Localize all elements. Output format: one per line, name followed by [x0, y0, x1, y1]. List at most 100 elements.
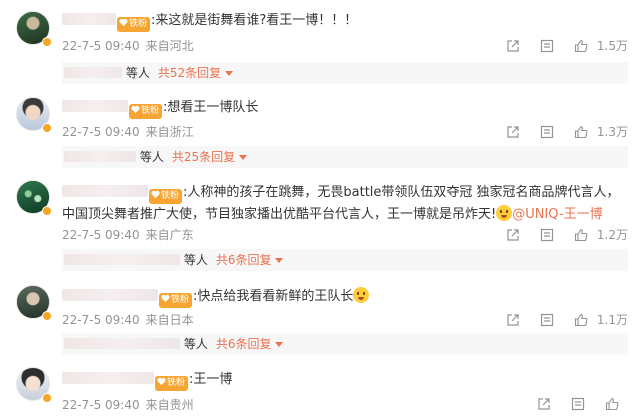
username[interactable] [62, 13, 116, 25]
comment-actions: 1.2万 [493, 226, 628, 243]
share-icon [507, 125, 519, 138]
verified-badge-icon [42, 206, 52, 216]
reply-suffix: 等人 [183, 337, 208, 351]
reply-summary[interactable]: 等人 共52条回复 [62, 62, 628, 84]
reply-total[interactable]: 共25条回复 [172, 150, 235, 164]
heart-badge-icon [151, 190, 160, 199]
comment-icon [540, 125, 554, 138]
comment-content: 铁粉:人称神的孩子在跳舞，无畏battle带领队伍双夺冠 独家冠名商品牌代言人，… [62, 182, 630, 225]
reply-total[interactable]: 共6条回复 [216, 337, 272, 351]
like-icon [574, 313, 588, 326]
share-button[interactable] [530, 396, 558, 412]
reply-summary[interactable]: 等人 共6条回复 [62, 249, 628, 271]
share-icon [507, 228, 519, 241]
comment-date: 22-7-5 09:40 [62, 313, 140, 327]
mention-link[interactable]: @UNIQ-王一博 [512, 207, 602, 222]
reply-total[interactable]: 共6条回复 [216, 253, 272, 267]
comment-location: 来自贵州 [145, 398, 194, 412]
comment-meta: 22-7-5 09:40 来自贵州 [62, 396, 200, 413]
username[interactable] [62, 185, 148, 197]
share-button[interactable] [499, 227, 527, 243]
fan-badge: 铁粉 [149, 189, 183, 204]
reply-username [64, 151, 136, 162]
reply-suffix: 等人 [139, 150, 164, 164]
comment-location: 来自河北 [145, 39, 194, 53]
username[interactable] [62, 289, 158, 301]
comment-text: :王一博 [189, 372, 233, 387]
verified-badge-icon [42, 311, 52, 321]
comment-meta: 22-7-5 09:40 来自浙江 [62, 123, 200, 140]
reply-username [64, 338, 180, 349]
reply-summary[interactable]: 等人 共6条回复 [62, 333, 628, 355]
comment-text: :来这就是街舞看谁?看王一博！！！ [151, 13, 358, 28]
like-button[interactable] [598, 396, 626, 412]
comment-actions [524, 396, 628, 412]
comment-text: :想看王一博队长 [163, 100, 259, 115]
comment-content: 铁粉:想看王一博队长 [62, 99, 258, 119]
username[interactable] [62, 100, 128, 112]
username[interactable] [62, 372, 154, 384]
verified-badge-icon [42, 123, 52, 133]
comment-actions: 1.5万 [493, 37, 628, 54]
heart-badge-icon [161, 294, 170, 303]
comment-button[interactable] [533, 38, 561, 54]
reply-summary[interactable]: 等人 共25条回复 [62, 146, 628, 168]
heart-badge-icon [119, 18, 128, 27]
comment-text: :快点给我看看新鲜的王队长 [193, 289, 354, 304]
like-count: 1.5万 [596, 39, 628, 53]
reply-username [64, 254, 180, 265]
heart-badge-icon [157, 377, 166, 386]
share-button[interactable] [499, 124, 527, 140]
comment-location: 来自浙江 [145, 125, 194, 139]
emoji-icon [353, 287, 370, 303]
comment-content: 铁粉:王一博 [62, 371, 232, 391]
like-icon [574, 125, 588, 138]
fan-badge: 铁粉 [129, 104, 163, 119]
comment-icon [540, 228, 554, 241]
comment-icon [571, 397, 585, 411]
reply-caret-icon [239, 155, 248, 160]
reply-caret-icon [225, 71, 234, 76]
like-count: 1.2万 [596, 228, 628, 242]
like-button[interactable] [567, 227, 595, 243]
comment-button[interactable] [533, 312, 561, 328]
like-button[interactable] [567, 38, 595, 54]
comment-date: 22-7-5 09:40 [62, 398, 140, 412]
like-icon [574, 228, 588, 241]
comment-button[interactable] [533, 227, 561, 243]
fan-badge: 铁粉 [155, 376, 189, 391]
comment-button[interactable] [533, 124, 561, 140]
comment-content: 铁粉:快点给我看看新鲜的王队长 [62, 287, 370, 308]
like-button[interactable] [567, 312, 595, 328]
comment-content: 铁粉:来这就是街舞看谁?看王一博！！！ [62, 12, 357, 32]
like-icon [605, 397, 619, 411]
share-button[interactable] [499, 312, 527, 328]
emoji-icon [496, 205, 513, 221]
reply-caret-icon [275, 258, 284, 263]
comment-date: 22-7-5 09:40 [62, 228, 140, 242]
share-icon [507, 313, 519, 326]
comment-location: 来自日本 [145, 313, 194, 327]
comment-actions: 1.1万 [493, 311, 628, 328]
comment-button[interactable] [564, 396, 592, 412]
comment-icon [540, 313, 554, 326]
comment-date: 22-7-5 09:40 [62, 125, 140, 139]
like-count: 1.3万 [596, 125, 628, 139]
comment-meta: 22-7-5 09:40 来自日本 [62, 311, 200, 328]
reply-suffix: 等人 [125, 66, 150, 80]
reply-caret-icon [275, 342, 284, 347]
reply-suffix: 等人 [183, 253, 208, 267]
verified-badge-icon [42, 393, 52, 403]
reply-total[interactable]: 共52条回复 [158, 66, 221, 80]
share-icon [538, 398, 550, 410]
comment-actions: 1.3万 [493, 123, 628, 140]
verified-badge-icon [42, 37, 52, 47]
like-button[interactable] [567, 124, 595, 140]
comment-date: 22-7-5 09:40 [62, 39, 140, 53]
like-icon [574, 39, 588, 52]
comment-meta: 22-7-5 09:40 来自广东 [62, 226, 200, 243]
fan-badge: 铁粉 [159, 293, 193, 308]
fan-badge: 铁粉 [117, 17, 151, 32]
share-button[interactable] [499, 38, 527, 54]
like-count: 1.1万 [596, 313, 628, 327]
